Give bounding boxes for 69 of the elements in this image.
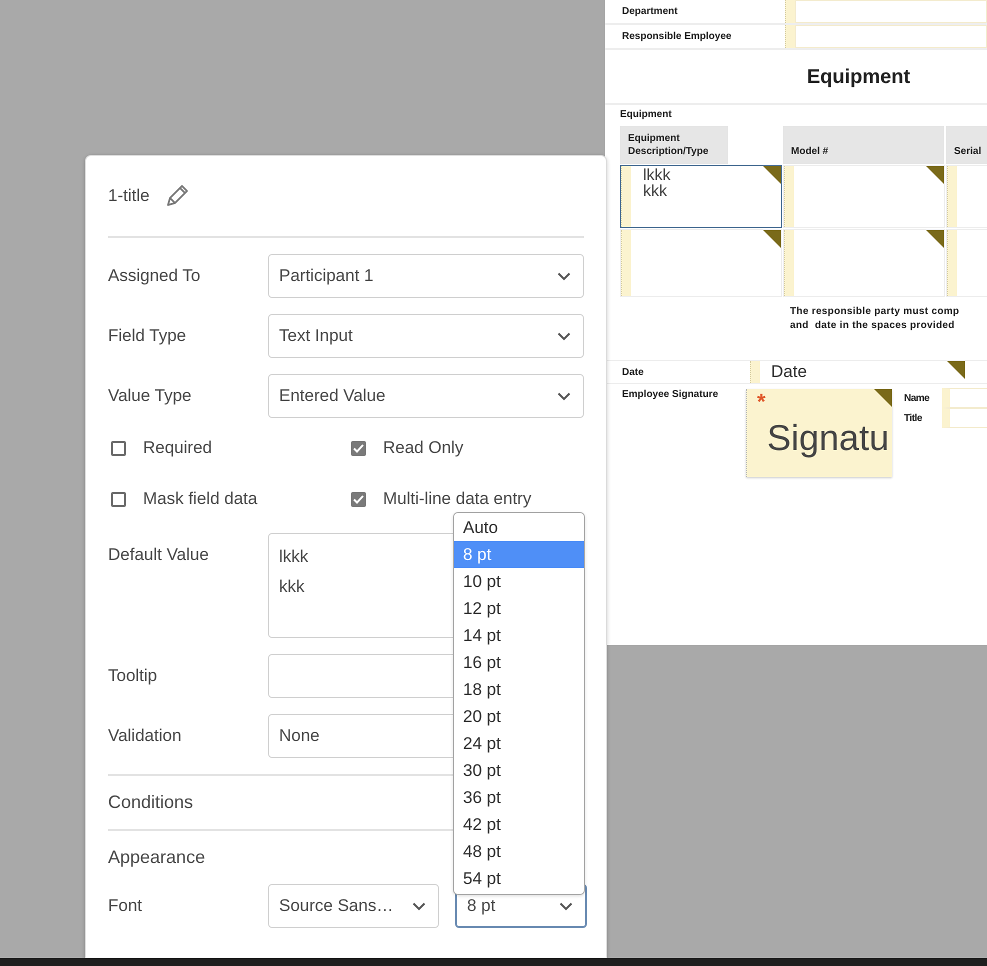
form-field[interactable] bbox=[795, 25, 987, 48]
field-grip bbox=[750, 361, 760, 383]
font-select[interactable]: Source Sans… bbox=[268, 884, 439, 928]
checkbox-label: Read Only bbox=[383, 438, 464, 458]
form-label: Name bbox=[904, 392, 930, 404]
chevron-down-icon bbox=[557, 332, 571, 340]
table-cell[interactable] bbox=[620, 229, 782, 297]
chevron-down-icon bbox=[559, 902, 573, 910]
form-label: Employee Signature bbox=[622, 389, 720, 400]
corner-marker-icon bbox=[763, 166, 781, 184]
checkbox-label: Required bbox=[143, 438, 212, 458]
checkbox-label: Multi-line data entry bbox=[383, 489, 532, 509]
checkbox-label: Mask field data bbox=[143, 489, 258, 509]
corner-marker-icon bbox=[926, 166, 944, 184]
menu-item[interactable]: 10 pt bbox=[454, 568, 584, 595]
menu-item[interactable]: 18 pt bbox=[454, 676, 584, 703]
field-grip bbox=[784, 230, 794, 296]
table-cell[interactable]: lkkk kkk bbox=[620, 165, 782, 228]
corner-marker-icon bbox=[947, 361, 965, 379]
field-grip bbox=[947, 230, 957, 296]
table-caption: Equipment bbox=[620, 109, 673, 120]
field-grip bbox=[947, 166, 957, 227]
cell-text: lkkk kkk bbox=[642, 166, 671, 202]
field-grip bbox=[785, 0, 795, 23]
instruction-text: The responsible party must comp and date in the spaces provided bbox=[790, 305, 960, 332]
field-label: Field Type bbox=[108, 326, 188, 346]
corner-marker-icon bbox=[763, 230, 781, 248]
dropdown-select[interactable]: Participant 1 bbox=[268, 254, 584, 298]
form-label: Title bbox=[904, 412, 923, 424]
column-header: Serial bbox=[946, 126, 987, 164]
form-field[interactable] bbox=[795, 0, 987, 23]
menu-item[interactable]: 36 pt bbox=[454, 784, 584, 811]
dropdown-select[interactable]: Entered Value bbox=[268, 374, 584, 418]
field-label: Font bbox=[108, 896, 144, 916]
signature-field[interactable]: * Signatu bbox=[746, 389, 892, 477]
field-label: Tooltip bbox=[108, 666, 158, 686]
checkbox[interactable] bbox=[111, 440, 126, 456]
menu-item[interactable]: 48 pt bbox=[454, 838, 584, 865]
field-grip bbox=[784, 166, 794, 227]
corner-marker-icon bbox=[874, 389, 892, 407]
field-grip bbox=[621, 166, 631, 227]
table-cell[interactable] bbox=[783, 165, 945, 228]
field-label: Assigned To bbox=[108, 266, 202, 286]
table-cell[interactable] bbox=[783, 229, 945, 297]
menu-item[interactable]: 16 pt bbox=[454, 649, 584, 676]
date-field[interactable]: Date bbox=[760, 361, 965, 383]
checkbox[interactable] bbox=[351, 492, 366, 506]
corner-marker-icon bbox=[926, 230, 944, 248]
chevron-down-icon bbox=[557, 392, 571, 400]
form-label: Date bbox=[622, 366, 645, 378]
field-label: Value Type bbox=[108, 386, 192, 406]
field-grip bbox=[785, 25, 795, 48]
field-label: Default Value bbox=[108, 544, 210, 565]
chevron-down-icon bbox=[557, 272, 571, 280]
section-heading: Equipment bbox=[806, 66, 912, 89]
checkbox[interactable] bbox=[111, 492, 126, 506]
field-label: Validation bbox=[108, 726, 182, 746]
checkbox[interactable] bbox=[351, 440, 366, 456]
chevron-down-icon bbox=[412, 902, 426, 910]
menu-item[interactable]: 12 pt bbox=[454, 595, 584, 622]
column-header: Equipment Description/Type bbox=[620, 126, 730, 164]
dropdown-select[interactable]: Text Input bbox=[268, 314, 584, 358]
field-title: 1-title bbox=[108, 186, 150, 206]
field-grip bbox=[621, 230, 631, 296]
menu-item[interactable]: 24 pt bbox=[454, 730, 584, 757]
form-label: Department bbox=[622, 6, 679, 17]
required-mark: * bbox=[757, 389, 766, 415]
column-header: Model # bbox=[783, 126, 946, 164]
form-label: Responsible Employee bbox=[622, 31, 732, 42]
